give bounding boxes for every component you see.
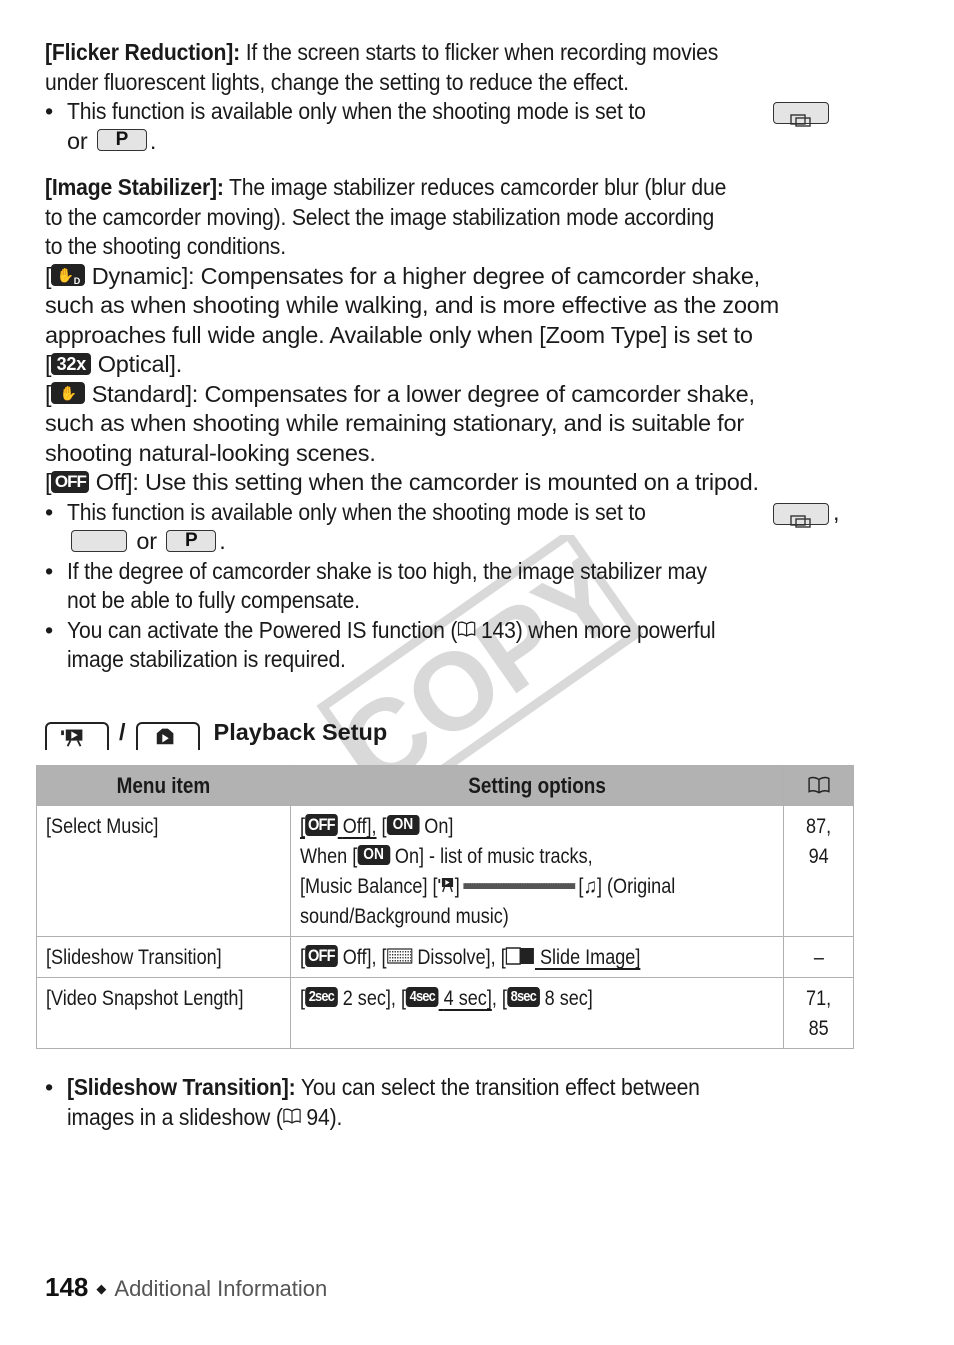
image-stabilizer-label: [Image Stabilizer]: <box>45 174 224 200</box>
off-icon: OFF <box>51 470 90 493</box>
off-mode-description: [OFF Off]: Use this setting when the cam… <box>45 469 759 495</box>
2sec-icon: 2sec <box>304 987 338 1008</box>
off-icon: OFF <box>304 945 338 968</box>
reference-cell: 71, 85 <box>783 977 854 1049</box>
reference-cell: 87, 94 <box>783 805 854 937</box>
slideshow-transition-note: [Slideshow Transition]: You can select t… <box>45 1073 865 1132</box>
book-icon <box>808 776 830 794</box>
stabilizer-bullet-availability: This function is available only when the… <box>45 498 865 528</box>
dissolve-icon <box>386 948 412 965</box>
page-ref-link[interactable]: 94 <box>809 842 829 872</box>
page-ref-link[interactable]: 87, <box>806 812 831 842</box>
slide-image-icon <box>505 947 535 966</box>
page-ref-link[interactable]: 71, <box>806 984 831 1014</box>
stabilizer-bullet-powered-is: You can activate the Powered IS function… <box>45 616 865 675</box>
page-ref-link[interactable]: 143 <box>481 617 516 643</box>
music-note-icon: ♫ <box>583 875 597 898</box>
header-menu-item: Menu item <box>36 765 291 806</box>
cinema-mode-icon <box>773 102 829 127</box>
cinema-mode-icon <box>773 502 829 528</box>
stabilizer-bullet-shake: If the degree of camcorder shake is too … <box>45 557 865 616</box>
playback-setup-heading: / Playback Setup <box>45 716 388 750</box>
program-mode-icon: P <box>96 129 147 152</box>
flicker-reduction-label: [Flicker Reduction]: <box>45 39 241 65</box>
auto-mode-icon <box>71 529 127 552</box>
header-reference <box>783 765 854 806</box>
music-balance-slider <box>463 883 575 890</box>
diamond-separator-icon: ◆ <box>96 1281 107 1296</box>
reference-cell: – <box>783 936 854 978</box>
dynamic-stabilizer-icon: ✋D <box>51 264 86 287</box>
table-row: [Select Music] [OFF Off], [ON On] When [… <box>36 805 854 937</box>
book-icon <box>457 621 475 638</box>
playback-setup-title: Playback Setup <box>213 718 388 745</box>
movie-sound-icon <box>438 878 453 893</box>
setting-options-cell: [2sec 2 sec], [4sec 4 sec], [8sec 8 sec] <box>289 977 785 1049</box>
program-mode-icon: P <box>166 529 217 552</box>
table-row: [Slideshow Transition] [OFF Off], [ Diss… <box>36 936 854 978</box>
dynamic-mode-description: [✋D Dynamic]: Compensates for a higher d… <box>45 262 761 289</box>
table-header-row: Menu item Setting options <box>36 765 854 806</box>
zoom-32x-icon: 32x <box>51 352 92 375</box>
menu-item-cell: [Video Snapshot Length] <box>36 977 291 1049</box>
page-ref-link[interactable]: 94 <box>306 1104 329 1130</box>
image-stabilizer-section: [Image Stabilizer]: The image stabilizer… <box>45 173 865 675</box>
setting-options-cell: [OFF Off], [ON On] When [ON On] - list o… <box>289 805 785 937</box>
flicker-bullet: This function is available only when the… <box>45 97 865 127</box>
menu-item-cell: [Slideshow Transition] <box>36 936 291 978</box>
off-icon: OFF <box>304 814 338 837</box>
header-setting-options: Setting options <box>289 765 785 806</box>
setting-options-cell: [OFF Off], [ Dissolve], [ Slide Image] <box>289 936 785 978</box>
menu-item-cell: [Select Music] <box>36 805 291 937</box>
table-row: [Video Snapshot Length] [2sec 2 sec], [4… <box>36 977 854 1049</box>
8sec-icon: 8sec <box>506 987 540 1008</box>
flicker-reduction-section: [Flicker Reduction]: If the screen start… <box>45 38 865 156</box>
page-footer: 148 ◆ Additional Information <box>45 1272 327 1303</box>
on-icon: ON <box>357 845 390 866</box>
page-number: 148 <box>45 1272 89 1302</box>
on-icon: ON <box>386 815 420 836</box>
photo-playback-tab-icon <box>135 722 200 750</box>
section-name: Additional Information <box>114 1276 328 1301</box>
standard-stabilizer-icon: ✋ <box>51 382 86 405</box>
page-ref-link[interactable]: 85 <box>809 1014 829 1044</box>
playback-setup-table: Menu item Setting options [Select Music]… <box>36 765 854 1049</box>
book-icon <box>283 1108 301 1125</box>
4sec-icon: 4sec <box>405 987 439 1008</box>
standard-mode-description: [✋ Standard]: Compensates for a lower de… <box>45 380 755 407</box>
movie-playback-tab-icon <box>45 722 109 750</box>
